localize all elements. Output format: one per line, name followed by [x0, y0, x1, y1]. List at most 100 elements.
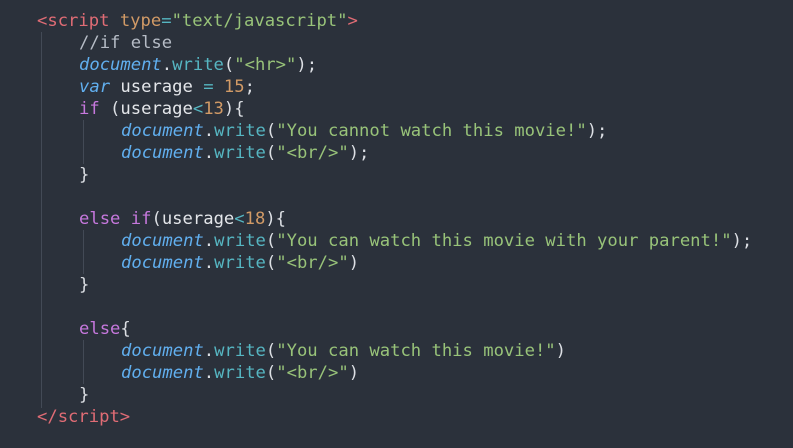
code-token: ( — [223, 55, 235, 75]
code-token: write — [214, 253, 266, 273]
code-token: write — [214, 363, 266, 383]
code-token: //if else — [79, 33, 173, 53]
code-token: . — [203, 143, 215, 163]
code-token: script — [47, 11, 110, 31]
code-token: type — [119, 11, 162, 31]
code-token: write — [214, 121, 266, 141]
code-token: . — [203, 363, 215, 383]
code-token: document — [121, 121, 204, 141]
code-token: document — [121, 341, 204, 361]
code-line: <script type="text/javascript"> — [37, 10, 358, 32]
code-token: . — [203, 121, 215, 141]
code-token: write — [214, 341, 266, 361]
code-token: ( — [265, 363, 277, 383]
code-token: > — [119, 407, 131, 427]
code-token: script — [57, 407, 120, 427]
code-token: ) — [348, 253, 360, 273]
code-token: ( — [265, 143, 277, 163]
code-line: else if(userage<18){ — [79, 208, 286, 230]
code-token: { — [120, 319, 131, 339]
code-line: } — [79, 384, 89, 406]
code-token: "<hr>" — [234, 55, 297, 75]
code-token: ( — [265, 231, 277, 251]
code-token: = — [203, 77, 214, 97]
code-line: document.write("<br/>") — [121, 252, 359, 274]
code-token: 13 — [203, 99, 224, 119]
code-line: else{ — [79, 318, 131, 340]
code-token: "<br/>" — [276, 253, 349, 273]
code-line: document.write("<br/>"); — [121, 142, 369, 164]
code-token: ( — [265, 253, 277, 273]
code-line: document.write("You cannot watch this mo… — [121, 120, 607, 142]
code-line: document.write("<br/>") — [121, 362, 359, 384]
code-token: < — [37, 11, 48, 31]
indent-guide-level-2-block-2 — [83, 230, 84, 274]
code-token: document — [121, 231, 204, 251]
code-line: } — [79, 274, 89, 296]
code-token: userage — [120, 99, 193, 119]
code-token: "You can watch this movie!" — [276, 341, 556, 361]
code-token: "text/javascript" — [171, 11, 348, 31]
code-line: </script> — [37, 406, 130, 428]
indent-guide-level-1 — [41, 32, 42, 408]
code-token: ); — [586, 121, 608, 141]
code-editor[interactable]: <script type="text/javascript">//if else… — [0, 0, 793, 448]
code-token: } — [79, 385, 90, 405]
code-token: 18 — [244, 209, 266, 229]
code-line: var userage = 15; — [79, 76, 255, 98]
code-token: ) — [555, 341, 567, 361]
code-token: ); — [296, 55, 318, 75]
code-token: ); — [731, 231, 753, 251]
code-token: ){ — [223, 99, 245, 119]
code-token: if — [130, 209, 152, 229]
code-token: if — [79, 99, 100, 119]
code-line: if (userage<13){ — [79, 98, 245, 120]
code-token: < — [234, 209, 245, 229]
code-token: . — [203, 341, 215, 361]
code-token: } — [79, 275, 90, 295]
code-token: . — [203, 253, 215, 273]
code-token: var — [79, 77, 111, 97]
code-token: document — [121, 363, 204, 383]
code-token: . — [161, 55, 173, 75]
code-token: ); — [348, 143, 370, 163]
indent-guide-level-2-block-1 — [83, 120, 84, 164]
code-token: "<br/>" — [276, 363, 349, 383]
code-token: write — [214, 231, 266, 251]
code-token: document — [79, 55, 162, 75]
code-token: ){ — [265, 209, 287, 229]
code-line: document.write("<hr>"); — [79, 54, 317, 76]
code-token: . — [203, 231, 215, 251]
code-token: ( — [265, 121, 277, 141]
code-token: write — [214, 143, 266, 163]
code-token: </ — [37, 407, 58, 427]
code-token: < — [192, 99, 204, 119]
code-line: } — [79, 164, 89, 186]
code-token: userage — [120, 77, 193, 97]
code-token: = — [161, 11, 172, 31]
code-token: ; — [244, 77, 255, 97]
code-line: document.write("You can watch this movie… — [121, 230, 752, 252]
code-token: > — [347, 11, 358, 31]
code-line: //if else — [79, 32, 172, 54]
code-token: document — [121, 143, 204, 163]
code-token: else — [79, 319, 121, 339]
code-token: userage — [161, 209, 235, 229]
code-token: "You cannot watch this movie!" — [276, 121, 587, 141]
code-token: "You can watch this movie with your pare… — [276, 231, 732, 251]
code-token: ) — [348, 363, 360, 383]
code-token: 15 — [223, 77, 245, 97]
code-token: else — [79, 209, 121, 229]
code-line: document.write("You can watch this movie… — [121, 340, 566, 362]
code-token: write — [172, 55, 224, 75]
code-token: ( — [99, 99, 121, 119]
code-token: "<br/>" — [276, 143, 349, 163]
code-token: document — [121, 253, 204, 273]
code-token: ( — [265, 341, 277, 361]
code-token: ( — [151, 209, 162, 229]
